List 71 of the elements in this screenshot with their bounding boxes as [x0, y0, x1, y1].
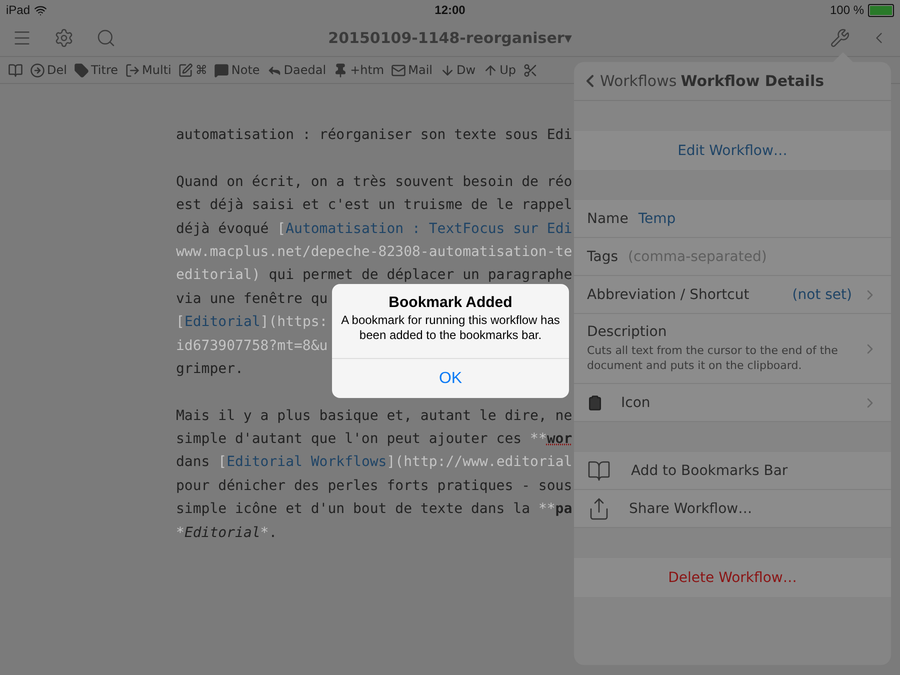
action-row[interactable]: Add to Bookmarks Bar: [574, 452, 891, 490]
text-line: Mais il y a plus basique et, autant le dire, ne: [176, 406, 572, 426]
action-label: Add to Bookmarks Bar: [631, 462, 788, 478]
document-title[interactable]: 20150109-1148-reorganiser▾: [328, 29, 572, 47]
text-line: Quand on écrit, on a très souvent besoin de réo: [176, 172, 572, 192]
action-label: Share Workflow…: [629, 500, 752, 516]
field-label: Abbreviation / Shortcut: [587, 286, 750, 302]
toolbar-button[interactable]: Del: [30, 62, 67, 78]
field-label: Tags: [587, 248, 618, 264]
toolbar-button[interactable]: Mail: [391, 62, 432, 78]
arrow-down-icon: [440, 62, 454, 78]
description-text: Cuts all text from the cursor to the end of the document and puts it on the clipboard.: [587, 343, 839, 373]
field-label: Description: [587, 324, 668, 340]
arrow-circle-icon: [30, 62, 45, 78]
clipboard-icon: [587, 394, 603, 410]
toolbar-button[interactable]: ⌘: [178, 62, 208, 78]
clock: 12:00: [434, 3, 466, 17]
ok-button[interactable]: OK: [332, 358, 569, 398]
mail-icon: [391, 62, 406, 78]
text-line: est déjà saisi et c'est un truisme de le rappel: [176, 196, 572, 216]
row-label: Icon: [621, 394, 650, 410]
name-field[interactable]: Name Temp: [574, 200, 891, 238]
toolbar-button[interactable]: Titre: [74, 62, 118, 78]
name-input[interactable]: Temp: [638, 210, 878, 226]
icon-row[interactable]: Icon: [574, 384, 891, 422]
toolbar-button[interactable]: Up: [482, 62, 516, 78]
text-line: pour dénicher des perles forts pratiques - sous: [176, 476, 572, 496]
toolbar-button[interactable]: +htm: [333, 62, 384, 78]
toolbar-button[interactable]: Daedal: [266, 62, 326, 78]
alert-message: A bookmark for running this workflow has been added to the bookmarks bar.: [340, 313, 561, 343]
text-line: automatisation : réorganiser son texte sous Edi: [176, 126, 572, 145]
panel-title: Workflow Details: [680, 72, 824, 90]
toolbar-button[interactable]: [522, 62, 538, 78]
field-label: Name: [587, 210, 628, 226]
toolbar-button[interactable]: Note: [214, 62, 260, 78]
tag-icon: [74, 62, 89, 78]
text-line: editorial) qui permet de déplacer un paragraphe: [176, 266, 572, 286]
toolbar-button[interactable]: Dw: [440, 62, 476, 78]
pin-icon: [333, 62, 348, 78]
delete-workflow-button[interactable]: Delete Workflow…: [574, 558, 891, 597]
toolbar-button[interactable]: [8, 62, 23, 78]
settings-icon[interactable]: [54, 28, 74, 48]
text-line: dans [Editorial Workflows](http://www.editorial: [176, 453, 572, 472]
wifi-icon: [34, 4, 48, 16]
battery-icon: [868, 4, 894, 16]
text-line: grimper.: [176, 360, 244, 379]
alert-title: Bookmark Added: [388, 294, 514, 311]
device-label: iPad: [6, 3, 30, 17]
text-line: [Editorial](https:: [176, 313, 328, 332]
text-line: simple d'autant que l'on peut ajouter ces **wor: [176, 430, 572, 450]
speech-bubble-icon: [214, 62, 230, 78]
scissors-icon: [522, 62, 538, 78]
book-icon: [587, 458, 611, 482]
battery-percent: 100 %: [830, 3, 864, 17]
text-line: www.macplus.net/depeche-82308-automatisation-te: [176, 242, 572, 262]
shortcut-row[interactable]: Abbreviation / Shortcut (not set): [574, 276, 891, 314]
text-line: *Editorial*.: [176, 524, 278, 543]
search-icon[interactable]: [96, 28, 116, 48]
text-line: via une fenêtre qu: [176, 290, 328, 309]
wrench-icon[interactable]: [830, 28, 850, 48]
edit-workflow-button[interactable]: Edit Workflow…: [574, 131, 891, 170]
text-line: simple icône et d'un bout de texte dans la **pa: [176, 500, 572, 520]
book-icon: [8, 62, 23, 78]
text-line: déjà évoqué [Automatisation : TextFocus sur Edi: [176, 220, 572, 239]
text-line: id673907758?mt=8&u: [176, 336, 328, 356]
pencil-square-icon: [178, 62, 194, 78]
shortcut-value: (not set): [792, 286, 852, 302]
description-row[interactable]: Description Cuts all text from the cursor to the end of the document and puts it on the clipboard.: [574, 314, 891, 384]
toolbar-button[interactable]: Multi: [125, 62, 172, 78]
back-button[interactable]: Workflows: [580, 71, 677, 91]
action-row[interactable]: Share Workflow…: [574, 490, 891, 528]
